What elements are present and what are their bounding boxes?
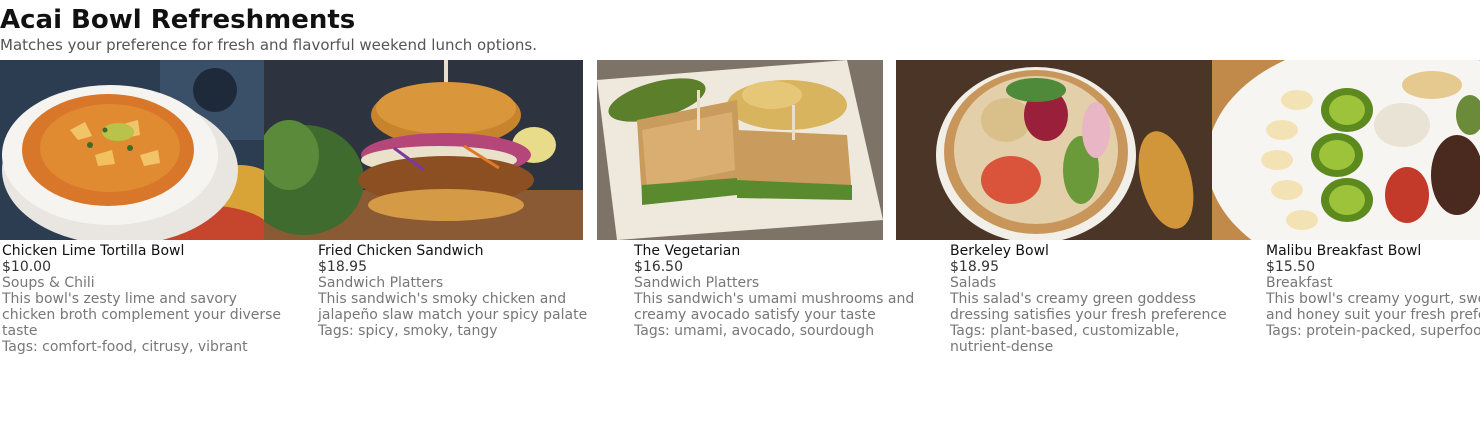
item-price: $18.95	[950, 259, 999, 275]
header: Acai Bowl Refreshments Matches your pref…	[0, 4, 537, 54]
item-tags: Tags: umami, avocado, sourdough	[634, 323, 875, 339]
soup-bowl-photo[interactable]	[0, 60, 264, 240]
chicken-sandwich-photo[interactable]	[264, 60, 583, 240]
item-description: This sandwich's smoky chicken and jalape…	[318, 291, 588, 323]
item-tags: Tags: spicy, smoky, tangy	[318, 323, 498, 339]
item-name[interactable]: Berkeley Bowl	[950, 243, 1240, 259]
item-description: This bowl's creamy yogurt, sweet fruits,…	[1266, 291, 1480, 323]
menu-card[interactable]: Berkeley Bowl $18.95 Salads This salad's…	[950, 243, 1240, 355]
item-description: This sandwich's umami mushrooms and crea…	[634, 291, 915, 323]
breakfast-bowl-photo[interactable]	[1212, 60, 1480, 240]
item-tags: Tags: plant-based, customizable, nutrien…	[950, 323, 1180, 355]
item-name[interactable]: Malibu Breakfast Bowl	[1266, 243, 1480, 259]
vegetarian-sandwich-photo[interactable]	[597, 60, 883, 240]
item-description: This salad's creamy green goddess dressi…	[950, 291, 1227, 323]
salad-bowl-photo[interactable]	[896, 60, 1212, 240]
item-tags: Tags: comfort-food, citrusy, vibrant	[2, 339, 248, 355]
item-name[interactable]: Chicken Lime Tortilla Bowl	[2, 243, 292, 259]
item-category: Salads	[950, 275, 997, 291]
menu-card[interactable]: Fried Chicken Sandwich $18.95 Sandwich P…	[318, 243, 608, 339]
item-category: Sandwich Platters	[634, 275, 760, 291]
page-title: Acai Bowl Refreshments	[0, 5, 356, 35]
item-description: This bowl's zesty lime and savory chicke…	[2, 291, 282, 339]
item-category: Soups & Chili	[2, 275, 95, 291]
item-tags: Tags: protein-packed, superfood, textura…	[1266, 323, 1480, 339]
item-category: Sandwich Platters	[318, 275, 444, 291]
item-name[interactable]: Fried Chicken Sandwich	[318, 243, 608, 259]
item-price: $18.95	[318, 259, 367, 275]
item-price: $16.50	[634, 259, 683, 275]
menu-card[interactable]: Malibu Breakfast Bowl $15.50 Breakfast T…	[1266, 243, 1480, 339]
menu-card[interactable]: The Vegetarian $16.50 Sandwich Platters …	[634, 243, 924, 339]
item-category: Breakfast	[1266, 275, 1333, 291]
menu-card[interactable]: Chicken Lime Tortilla Bowl $10.00 Soups …	[2, 243, 292, 355]
item-name[interactable]: The Vegetarian	[634, 243, 924, 259]
item-price: $15.50	[1266, 259, 1315, 275]
page-subtitle: Matches your preference for fresh and fl…	[0, 36, 538, 54]
item-price: $10.00	[2, 259, 51, 275]
